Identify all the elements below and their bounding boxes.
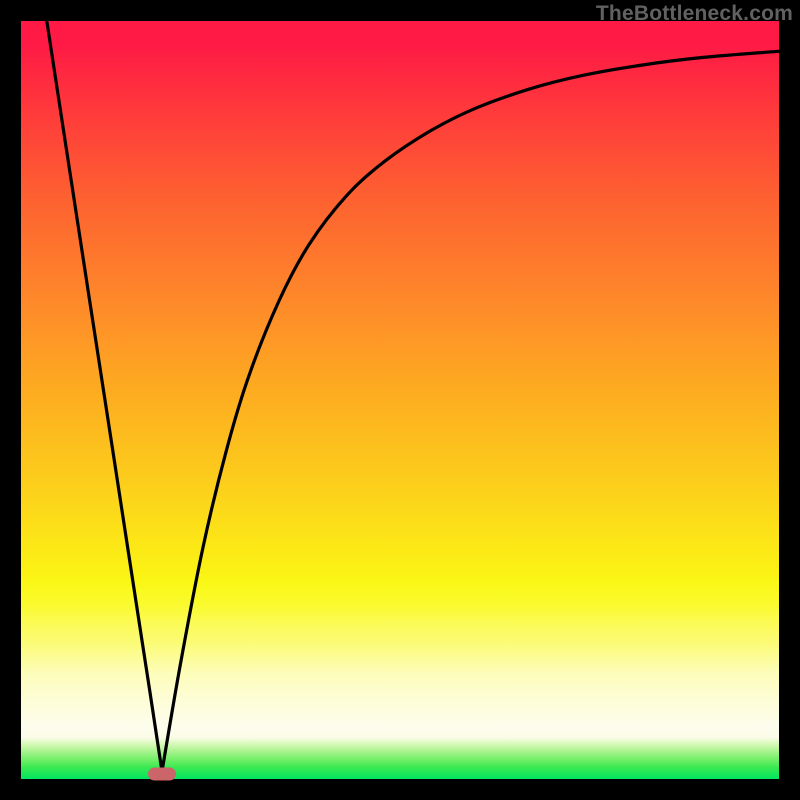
plot-area (21, 21, 779, 779)
chart-frame: TheBottleneck.com (0, 0, 800, 800)
watermark-text: TheBottleneck.com (596, 2, 793, 26)
optimal-point-marker (148, 767, 176, 780)
bottleneck-curve (21, 21, 779, 779)
